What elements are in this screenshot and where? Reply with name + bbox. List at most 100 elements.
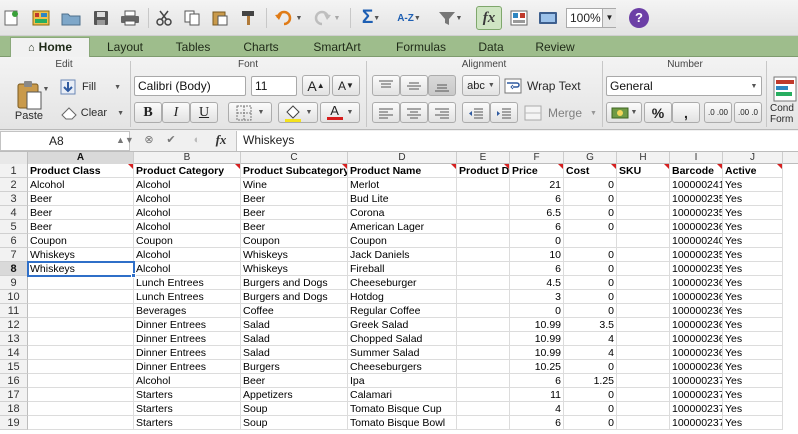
tab-review[interactable]: Review — [520, 38, 590, 57]
tab-layout[interactable]: Layout — [92, 38, 158, 57]
column-title-cell[interactable]: SKU — [617, 164, 670, 178]
cell[interactable]: 6 — [510, 374, 564, 388]
decrease-font-button[interactable]: A ▼ — [332, 75, 360, 96]
cell[interactable] — [457, 290, 510, 304]
cell[interactable]: Yes — [723, 374, 783, 388]
cell[interactable]: 0 — [564, 402, 617, 416]
format-painter-icon[interactable] — [238, 6, 260, 30]
confirm-icon[interactable]: ✔ — [164, 133, 178, 147]
row-header[interactable]: 6 — [0, 234, 28, 248]
row-header[interactable]: 10 — [0, 290, 28, 304]
cell[interactable]: 0 — [564, 248, 617, 262]
number-format-select[interactable]: General — [606, 76, 762, 96]
column-title-cell[interactable]: Cost — [564, 164, 617, 178]
cell[interactable] — [28, 318, 134, 332]
save-icon[interactable] — [90, 6, 112, 30]
cell[interactable]: Yes — [723, 304, 783, 318]
cell[interactable]: 4 — [564, 346, 617, 360]
cell[interactable]: Soup — [241, 416, 348, 430]
number-format-dropdown-icon[interactable]: ▼ — [747, 77, 761, 95]
cancel-icon[interactable]: ⊗ — [142, 133, 156, 147]
cell[interactable] — [28, 402, 134, 416]
cell[interactable]: Whiskeys — [28, 248, 134, 262]
cell[interactable]: Starters — [134, 416, 241, 430]
cell[interactable]: Wine — [241, 178, 348, 192]
cell[interactable]: 11 — [510, 388, 564, 402]
orientation-button[interactable]: abc ▼ — [462, 75, 500, 96]
cell[interactable]: Hotdog — [348, 290, 457, 304]
column-title-cell[interactable]: Active — [723, 164, 783, 178]
cell[interactable]: 100000236 — [670, 332, 723, 346]
cell[interactable] — [28, 290, 134, 304]
row-header[interactable]: 11 — [0, 304, 28, 318]
cell[interactable]: 6 — [510, 416, 564, 430]
cell[interactable]: Alcohol — [134, 262, 241, 276]
cell[interactable]: Cheeseburgers — [348, 360, 457, 374]
cell[interactable] — [457, 332, 510, 346]
decrease-decimal-button[interactable]: .00 .0 — [734, 102, 762, 123]
cell[interactable]: 100000240 — [670, 234, 723, 248]
cell[interactable] — [457, 248, 510, 262]
cell[interactable] — [617, 388, 670, 402]
cell[interactable]: Jack Daniels — [348, 248, 457, 262]
cell[interactable] — [617, 304, 670, 318]
cell[interactable]: 100000241 — [670, 178, 723, 192]
borders-button[interactable]: ▼ — [228, 102, 272, 123]
cell[interactable]: 0 — [564, 290, 617, 304]
new-document-icon[interactable] — [2, 6, 20, 30]
fill-button[interactable]: Fill ▼ — [60, 76, 124, 98]
cell[interactable]: Appetizers — [241, 388, 348, 402]
cell[interactable]: Dinner Entrees — [134, 360, 241, 374]
cell[interactable]: 6 — [510, 262, 564, 276]
cell[interactable] — [617, 206, 670, 220]
cell[interactable]: 0 — [564, 220, 617, 234]
cell[interactable]: Salad — [241, 332, 348, 346]
help-button[interactable]: ? — [629, 8, 649, 28]
cell[interactable]: 6 — [510, 220, 564, 234]
open-folder-icon[interactable] — [60, 6, 82, 30]
undo-icon[interactable]: ▼ — [272, 6, 304, 30]
tab-smartart[interactable]: SmartArt — [296, 38, 378, 57]
cell[interactable]: Yes — [723, 416, 783, 430]
zoom-dropdown-icon[interactable]: ▼ — [602, 9, 616, 27]
cell[interactable]: Yes — [723, 248, 783, 262]
cell[interactable]: 0 — [564, 262, 617, 276]
cell[interactable]: Yes — [723, 332, 783, 346]
row-header[interactable]: 5 — [0, 220, 28, 234]
clear-button[interactable]: Clear ▼ — [60, 102, 124, 124]
decrease-indent-button[interactable] — [462, 102, 490, 123]
cell[interactable]: 10.99 — [510, 318, 564, 332]
row-header[interactable]: 7 — [0, 248, 28, 262]
cell[interactable]: 100000236 — [670, 360, 723, 374]
cell[interactable]: Lunch Entrees — [134, 276, 241, 290]
cell[interactable]: Alcohol — [134, 178, 241, 192]
cell[interactable]: 0 — [564, 360, 617, 374]
row-header[interactable]: 3 — [0, 192, 28, 206]
name-box[interactable]: A8 — [0, 131, 130, 151]
cell[interactable]: American Lager — [348, 220, 457, 234]
cell[interactable]: Lunch Entrees — [134, 290, 241, 304]
cell[interactable]: Yes — [723, 388, 783, 402]
cell[interactable] — [617, 248, 670, 262]
increase-indent-button[interactable] — [490, 102, 518, 123]
cell[interactable]: Beer — [28, 220, 134, 234]
cell[interactable] — [617, 234, 670, 248]
cell[interactable]: 100000237 — [670, 388, 723, 402]
fill-handle[interactable] — [131, 273, 136, 278]
cell[interactable] — [617, 416, 670, 430]
cell[interactable]: 100000235 — [670, 262, 723, 276]
cell[interactable]: Calamari — [348, 388, 457, 402]
cell[interactable]: Alcohol — [28, 178, 134, 192]
cell[interactable]: 0 — [564, 416, 617, 430]
print-icon[interactable] — [118, 6, 142, 30]
column-header-b[interactable]: B — [134, 152, 241, 164]
tab-tables[interactable]: Tables — [160, 38, 226, 57]
column-header-c[interactable]: C — [241, 152, 348, 164]
percent-button[interactable]: % — [644, 102, 672, 123]
cell[interactable]: 0 — [564, 304, 617, 318]
gallery-icon[interactable] — [508, 6, 530, 30]
font-size-input[interactable]: 11 — [251, 76, 297, 96]
cell[interactable]: 100000236 — [670, 276, 723, 290]
increase-font-button[interactable]: A ▲ — [302, 75, 330, 96]
cell[interactable]: 0 — [564, 206, 617, 220]
